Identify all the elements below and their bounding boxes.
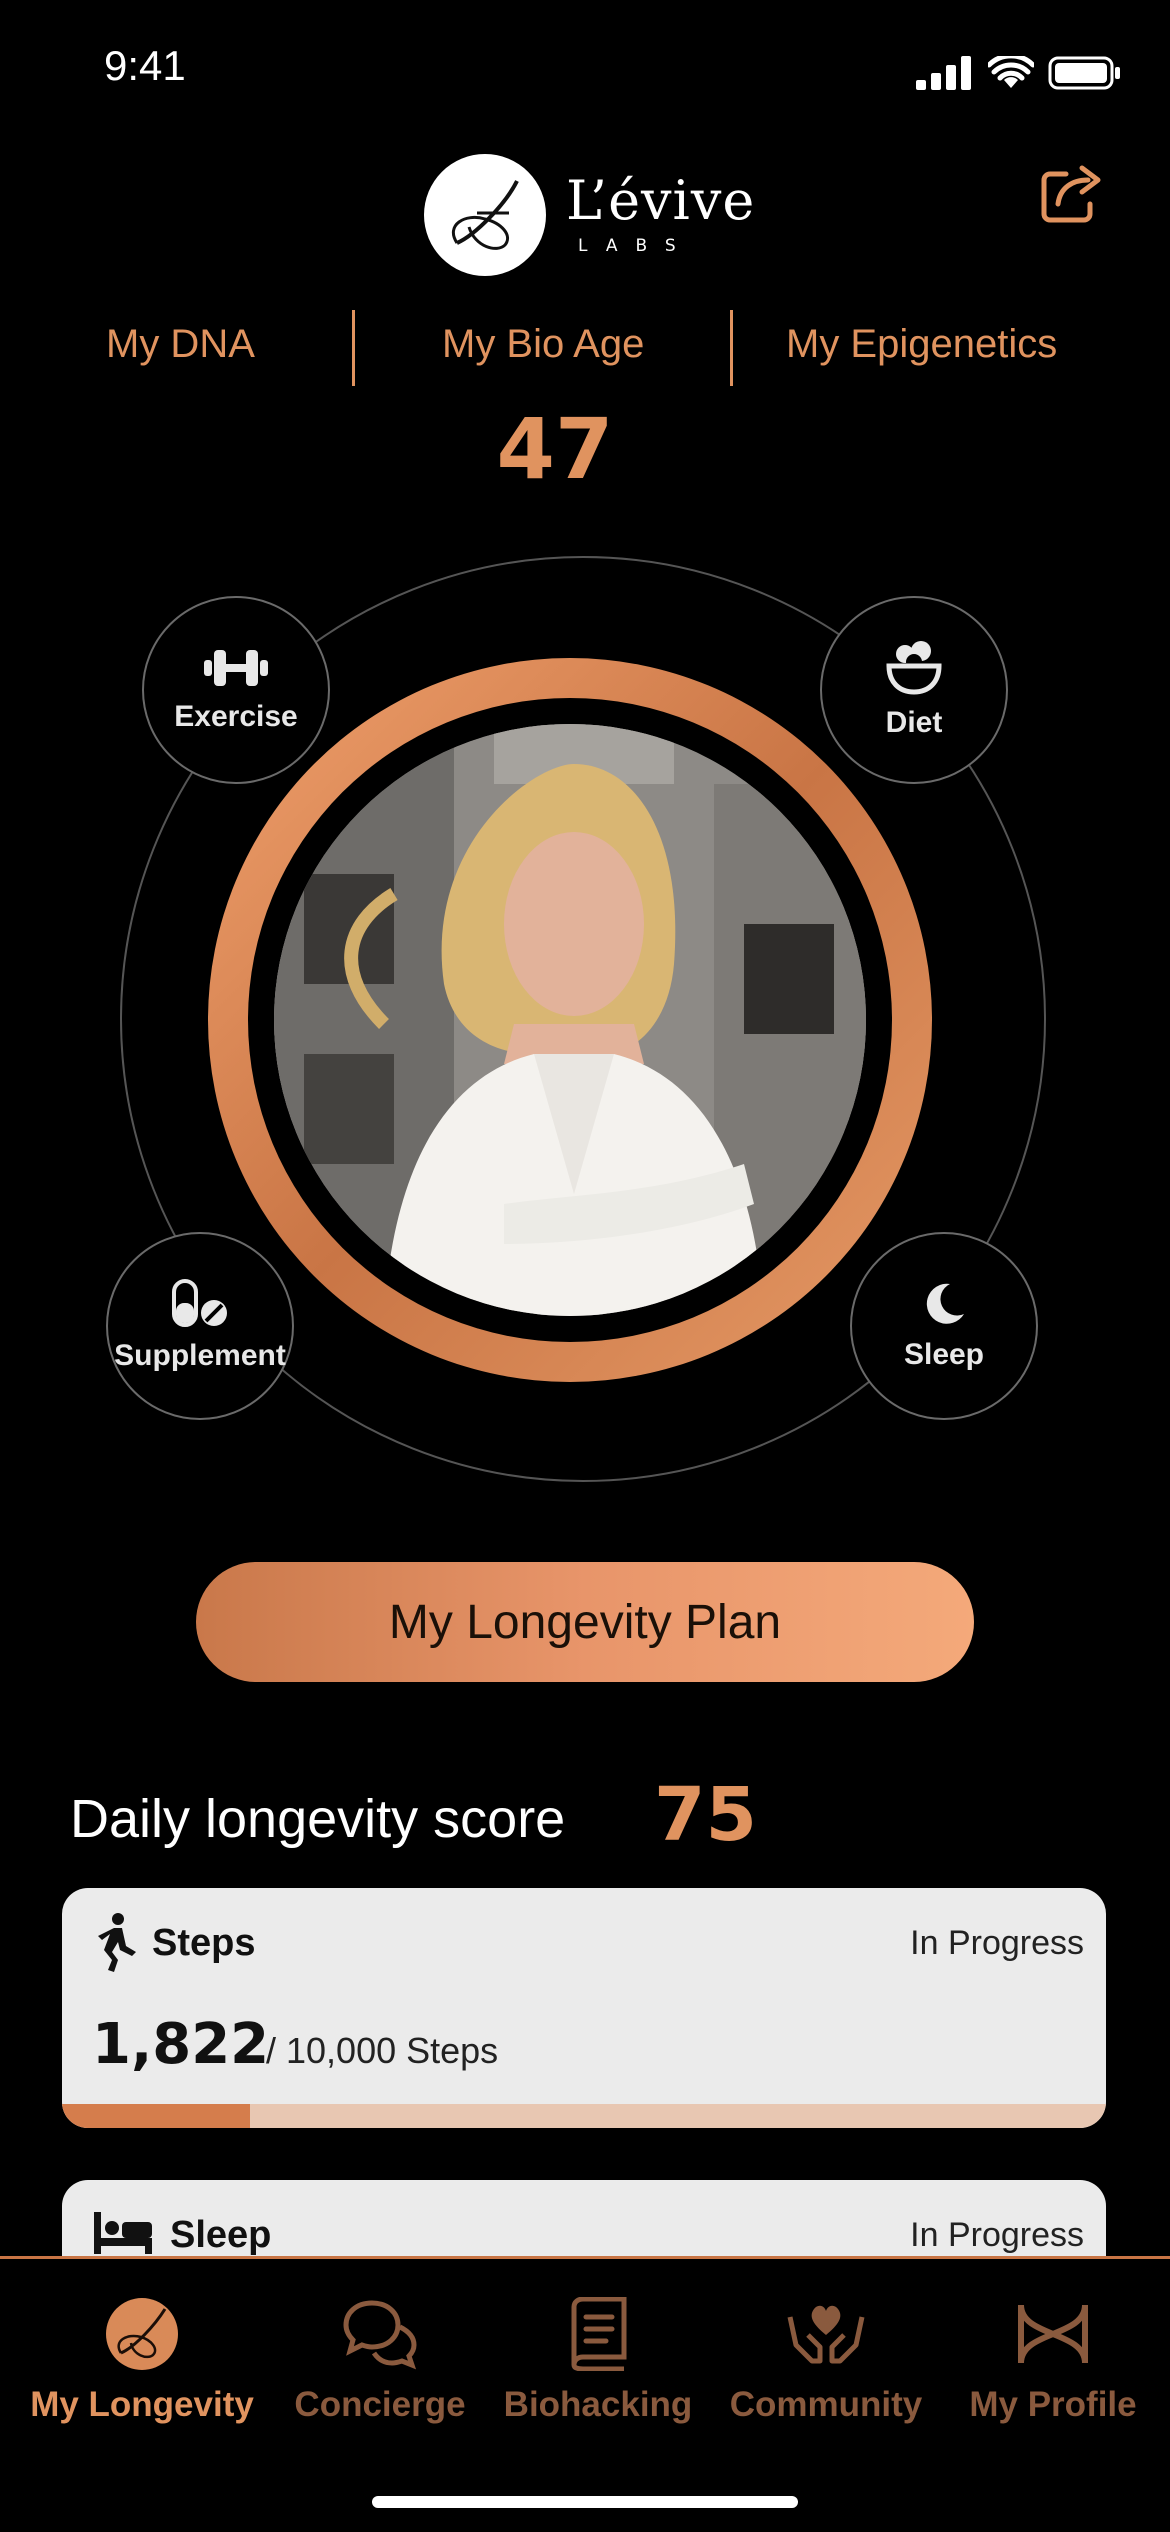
nav-label: Community (729, 2385, 923, 2424)
pillar-supplement[interactable]: Supplement (106, 1232, 294, 1420)
nav-my-profile[interactable]: My Profile (958, 2297, 1148, 2425)
profile-photo[interactable] (274, 724, 866, 1316)
signal-icon (916, 56, 971, 90)
section-tabs: My DNA My Bio Age My Epigenetics (60, 310, 1110, 390)
nav-label: Biohacking (503, 2385, 693, 2424)
pillar-diet[interactable]: Diet (820, 596, 1008, 784)
longevity-plan-button[interactable]: My Longevity Plan (196, 1562, 974, 1682)
bed-icon (94, 2212, 152, 2254)
pillar-label: Diet (885, 706, 943, 739)
steps-value: 1,822 (92, 2012, 270, 2077)
steps-progress-fill (62, 2104, 250, 2128)
salad-bowl-icon (886, 641, 942, 695)
sleep-status: In Progress (910, 2216, 1084, 2254)
moon-icon (926, 1283, 964, 1324)
steps-title: Steps (152, 1922, 256, 1964)
share-button[interactable] (1036, 158, 1106, 228)
steps-status: In Progress (910, 1924, 1084, 1962)
status-icons (916, 56, 1122, 90)
heart-hands-icon (787, 2305, 865, 2364)
dumbbell-icon (204, 650, 268, 686)
tab-my-epigenetics[interactable]: My Epigenetics (786, 322, 1057, 367)
share-icon (1041, 165, 1101, 223)
logo-mark-icon (424, 154, 546, 276)
pillar-exercise[interactable]: Exercise (142, 596, 330, 784)
book-icon (571, 2297, 627, 2371)
steps-progress-bar (62, 2104, 1106, 2128)
steps-card[interactable]: Steps In Progress 1,822 / 10,000 Steps (62, 1888, 1106, 2128)
status-time: 9:41 (104, 42, 186, 89)
nav-my-longevity[interactable]: My Longevity (30, 2297, 254, 2425)
nav-label: My Profile (969, 2385, 1137, 2424)
brand-sub: LABS (578, 236, 694, 256)
brand-logo: L’évive LABS (424, 154, 755, 276)
nav-label: Concierge (294, 2385, 466, 2424)
longevity-logo-icon (106, 2298, 178, 2370)
nav-label: My Longevity (30, 2385, 254, 2424)
pillar-sleep[interactable]: Sleep (850, 1232, 1038, 1420)
bio-age-value: 47 (496, 400, 614, 498)
nav-concierge[interactable]: Concierge (282, 2297, 478, 2425)
pillar-label: Supplement (114, 1339, 286, 1372)
tab-divider (352, 310, 355, 386)
score-value: 75 (654, 1772, 757, 1858)
battery-icon (1048, 56, 1120, 90)
home-indicator[interactable] (372, 2496, 798, 2508)
pill-icon (172, 1279, 227, 1327)
bottom-nav: My Longevity Concierge Biohacking Commun… (0, 2256, 1170, 2532)
pillar-label: Exercise (174, 700, 298, 733)
tab-my-bio-age[interactable]: My Bio Age (442, 322, 644, 367)
tab-my-dna[interactable]: My DNA (106, 322, 255, 367)
brand-name: L’évive (566, 169, 756, 232)
longevity-plan-label: My Longevity Plan (388, 1595, 782, 1649)
sleep-title: Sleep (170, 2214, 272, 2256)
nav-community[interactable]: Community (726, 2297, 926, 2425)
nav-biohacking[interactable]: Biohacking (500, 2297, 696, 2425)
score-label: Daily longevity score (70, 1789, 566, 1849)
chat-bubbles-icon (343, 2300, 417, 2370)
wifi-icon (988, 56, 1034, 88)
walking-icon (98, 1913, 136, 1972)
pillar-label: Sleep (903, 1338, 985, 1371)
dna-helix-icon (1018, 2304, 1088, 2364)
tab-divider (730, 310, 733, 386)
steps-goal: / 10,000 Steps (266, 2030, 499, 2071)
